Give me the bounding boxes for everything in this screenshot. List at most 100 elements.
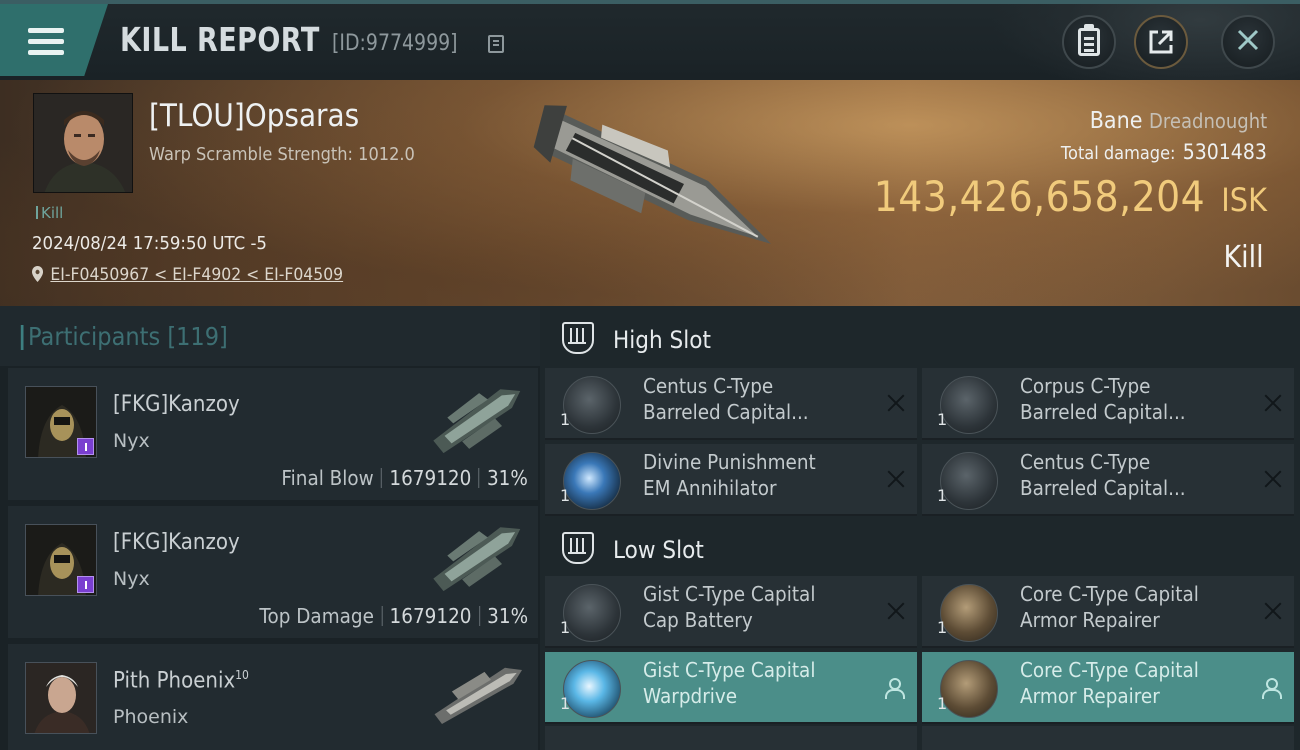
barreled-cannon-icon [940,452,998,510]
total-damage-value: 5301483 [1182,140,1267,164]
participants-panel[interactable]: Participants [119] [FKG]Kanzoy Nyx Final… [0,306,540,750]
destroyed-x-icon [1264,602,1282,620]
participant-ship: Phoenix [113,706,189,728]
destroyed-x-icon [1264,470,1282,488]
participant-ship: Nyx [113,568,150,590]
location-link[interactable]: EI-F0450967 < EI-F4902 < EI-F04509 [32,265,343,285]
victim-ship[interactable]: Bane Dreadnought [1090,108,1267,134]
participant-avatar [25,386,97,458]
high-slot-header: High Slot [540,308,1300,372]
participant-avatar [25,662,97,734]
warpdrive-icon [563,660,621,718]
close-icon [1235,27,1261,57]
fitting-panel[interactable]: High Slot 1 Centus C-Type Barreled Capita… [540,306,1300,750]
module-quantity: 1 [937,486,948,505]
module-item[interactable]: 1 Centus C-Type Barreled Capital... [545,368,917,440]
module-name: Divine Punishment EM Annihilator [643,450,816,500]
clipboard-button[interactable] [1062,15,1116,69]
share-icon [1148,29,1174,55]
module-name: Gist C-Type Capital Warpdrive [643,658,816,708]
module-quantity: 1 [937,694,948,713]
module-item[interactable]: 1 Divine Punishment EM Annihilator [545,444,917,516]
warp-scramble-strength: Warp Scramble Strength: 1012.0 [149,144,415,165]
participant-stats: Final Blow 1679120 31% [282,466,528,490]
module-name: Gist C-Type Capital Cap Battery [643,582,816,632]
participant-role: Final Blow [281,466,374,490]
report-id: [ID:9774999] [332,31,458,56]
dropped-person-icon [885,678,905,699]
participant-ship-image [434,667,523,724]
participants-label: Participants [28,322,161,351]
barreled-cannon-icon [563,376,621,434]
low-slot-header: Low Slot [540,518,1300,582]
participant-card[interactable]: [FKG]Kanzoy Nyx Top Damage 1679120 31% [8,506,538,638]
isk-amount: 143,426,658,204 [873,172,1206,221]
participant-percent: 31% [487,466,528,490]
total-damage: Total damage: 5301483 [1061,140,1267,164]
module-item[interactable]: 1 Core C-Type Capital Armor Repairer [922,576,1294,648]
module-quantity: 1 [560,410,571,429]
location-text: EI-F0450967 < EI-F4902 < EI-F04509 [50,265,344,285]
participant-stats: Top Damage 1679120 31% [259,604,528,628]
cap-battery-icon [563,584,621,642]
module-name: Centus C-Type Barreled Capital... [643,374,809,424]
participant-name: [FKG]Kanzoy [113,530,240,555]
high-slot-title: High Slot [613,326,711,354]
low-slot-icon [562,532,594,564]
module-item-partial[interactable] [922,726,1294,750]
destroyed-x-icon [1264,394,1282,412]
victim-pilot-name[interactable]: [TLOU]Opsaras [149,98,359,134]
destroyed-x-icon [887,602,905,620]
destroyed-x-icon [887,394,905,412]
ship-type: Bane [1089,108,1143,134]
module-name: Corpus C-Type Barreled Capital... [1020,374,1186,424]
module-item[interactable]: 1 Gist C-Type Capital Cap Battery [545,576,917,648]
participant-card[interactable]: Pith Phoenix10 Phoenix [8,644,538,750]
outcome-label: Kill [1223,240,1264,275]
menu-button[interactable] [0,4,108,76]
module-quantity: 1 [937,410,948,429]
module-name: Core C-Type Capital Armor Repairer [1020,582,1199,632]
victim-banner: [TLOU]Opsaras Warp Scramble Strength: 10… [0,80,1300,306]
ship-class: Dreadnought [1148,109,1267,133]
copy-id-icon[interactable] [488,35,504,53]
module-item[interactable]: 1 Corpus C-Type Barreled Capital... [922,368,1294,440]
participant-damage: 1679120 [389,466,472,490]
participant-role: Top Damage [259,604,374,628]
participant-name: [FKG]Kanzoy [113,392,240,417]
participant-badge-icon [77,576,94,593]
module-item-partial[interactable] [545,726,917,750]
participant-ship: Nyx [113,430,150,452]
participant-avatar [25,524,97,596]
participant-percent: 31% [487,604,528,628]
participant-name: Pith Phoenix10 [113,668,249,693]
module-item[interactable]: 1 Centus C-Type Barreled Capital... [922,444,1294,516]
location-pin-icon [32,266,44,282]
module-quantity: 1 [937,618,948,637]
kill-datetime: 2024/08/24 17:59:50 UTC -5 [32,233,267,254]
hamburger-menu-icon [28,28,64,56]
isk-value: 143,426,658,204 ISK [874,172,1267,221]
module-item-dropped[interactable]: 1 Gist C-Type Capital Warpdrive [545,652,917,724]
module-quantity: 1 [560,486,571,505]
share-button[interactable] [1134,15,1188,69]
victim-avatar[interactable] [33,93,133,193]
module-quantity: 1 [560,694,571,713]
participants-header: Participants [119] [0,306,540,366]
module-name: Core C-Type Capital Armor Repairer [1020,658,1199,708]
participant-name-sup: 10 [235,668,249,682]
armor-repairer-icon [940,584,998,642]
participant-card[interactable]: [FKG]Kanzoy Nyx Final Blow 1679120 31% [8,368,538,500]
armor-repairer-icon [940,660,998,718]
participant-name-text: Pith Phoenix [113,668,236,694]
module-item-dropped[interactable]: 1 Core C-Type Capital Armor Repairer [922,652,1294,724]
page-title: KILL REPORT [120,20,320,59]
high-slot-icon [562,322,594,354]
low-slot-title: Low Slot [613,536,704,564]
victim-ship-image [533,105,772,244]
participant-damage: 1679120 [389,604,472,628]
module-name: Centus C-Type Barreled Capital... [1020,450,1186,500]
participant-badge-icon [77,438,94,455]
close-button[interactable] [1221,15,1275,69]
total-damage-label: Total damage: [1060,143,1176,164]
